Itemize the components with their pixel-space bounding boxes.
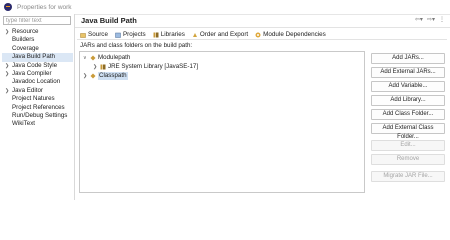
properties-tree: ❯ Resource Builders Coverage Java Build … (2, 28, 73, 129)
nav-item-java-code-style[interactable]: ❯ Java Code Style (2, 62, 73, 70)
project-icon (115, 32, 121, 38)
library-container-icon (90, 73, 96, 79)
library-container-icon (90, 55, 96, 61)
chevron-right-icon[interactable]: ❯ (5, 87, 9, 95)
module-icon (255, 32, 261, 37)
tree-node-modulepath[interactable]: ∨ Modulepath (83, 54, 130, 62)
properties-nav-pane: ❯ Resource Builders Coverage Java Build … (0, 14, 75, 200)
chevron-right-icon[interactable]: ❯ (83, 72, 88, 80)
tab-module-dependencies[interactable]: Module Dependencies (254, 30, 327, 39)
add-variable-button[interactable]: Add Variable... (371, 81, 445, 92)
tab-order-and-export[interactable]: Order and Export (191, 30, 249, 39)
nav-item-project-natures[interactable]: Project Natures (2, 95, 73, 103)
tree-node-jre-system-library[interactable]: ❯ JRE System Library [JavaSE-17] (93, 63, 198, 71)
tree-node-classpath[interactable]: ❯ Classpath (83, 72, 128, 80)
nav-item-java-build-path[interactable]: Java Build Path (2, 53, 73, 62)
window-title-bar: Properties for work (0, 0, 450, 15)
libraries-icon (153, 32, 159, 37)
add-jars-button[interactable]: Add JARs... (371, 53, 445, 64)
back-arrow-icon[interactable]: ⇦▾ (415, 16, 423, 23)
jre-library-icon (100, 64, 106, 70)
order-export-icon (192, 32, 197, 37)
page-title: Java Build Path (81, 16, 137, 25)
filter-input[interactable] (3, 16, 71, 25)
window-title: Properties for work (17, 3, 72, 11)
header-divider (75, 27, 450, 28)
add-library-button[interactable]: Add Library... (371, 95, 445, 106)
chevron-right-icon[interactable]: ❯ (93, 63, 98, 71)
build-path-tree[interactable]: ∨ Modulepath ❯ JRE System Library [JavaS… (79, 51, 365, 193)
remove-button[interactable]: Remove (371, 154, 445, 165)
source-folder-icon (80, 32, 86, 38)
migrate-jar-file-button[interactable]: Migrate JAR File... (371, 171, 445, 182)
nav-item-java-compiler[interactable]: ❯ Java Compiler (2, 70, 73, 78)
build-path-tabs: Source Projects Libraries Order and Expo… (79, 30, 327, 39)
edit-button[interactable]: Edit... (371, 140, 445, 151)
tab-projects[interactable]: Projects (114, 30, 147, 39)
nav-item-java-editor[interactable]: ❯ Java Editor (2, 87, 73, 95)
add-class-folder-button[interactable]: Add Class Folder... (371, 109, 445, 120)
chevron-right-icon[interactable]: ❯ (5, 70, 9, 78)
nav-item-javadoc-location[interactable]: Javadoc Location (2, 78, 73, 86)
nav-item-coverage[interactable]: Coverage (2, 45, 73, 53)
jar-list-label: JARs and class folders on the build path… (80, 42, 193, 49)
view-menu-icon[interactable]: ⋮ (439, 16, 445, 23)
java-build-path-page: Java Build Path ⇦▾ ⇨▾ ⋮ Source Projects … (75, 14, 450, 200)
tab-libraries[interactable]: Libraries (152, 30, 186, 39)
nav-item-run-debug-settings[interactable]: Run/Debug Settings (2, 112, 73, 120)
eclipse-app-icon (4, 3, 12, 11)
add-external-jars-button[interactable]: Add External JARs... (371, 67, 445, 78)
add-external-class-folder-button[interactable]: Add External Class Folder... (371, 123, 445, 140)
tab-source[interactable]: Source (79, 30, 109, 39)
nav-item-resource[interactable]: ❯ Resource (2, 28, 73, 36)
nav-item-builders[interactable]: Builders (2, 36, 73, 44)
chevron-down-icon[interactable]: ∨ (83, 54, 88, 62)
chevron-right-icon[interactable]: ❯ (5, 28, 9, 36)
nav-item-wikitext[interactable]: WikiText (2, 120, 73, 128)
chevron-right-icon[interactable]: ❯ (5, 62, 9, 70)
page-nav-controls: ⇦▾ ⇨▾ ⋮ (415, 16, 445, 23)
forward-arrow-icon[interactable]: ⇨▾ (427, 16, 435, 23)
tabs-divider (77, 39, 447, 40)
nav-item-project-references[interactable]: Project References (2, 104, 73, 112)
